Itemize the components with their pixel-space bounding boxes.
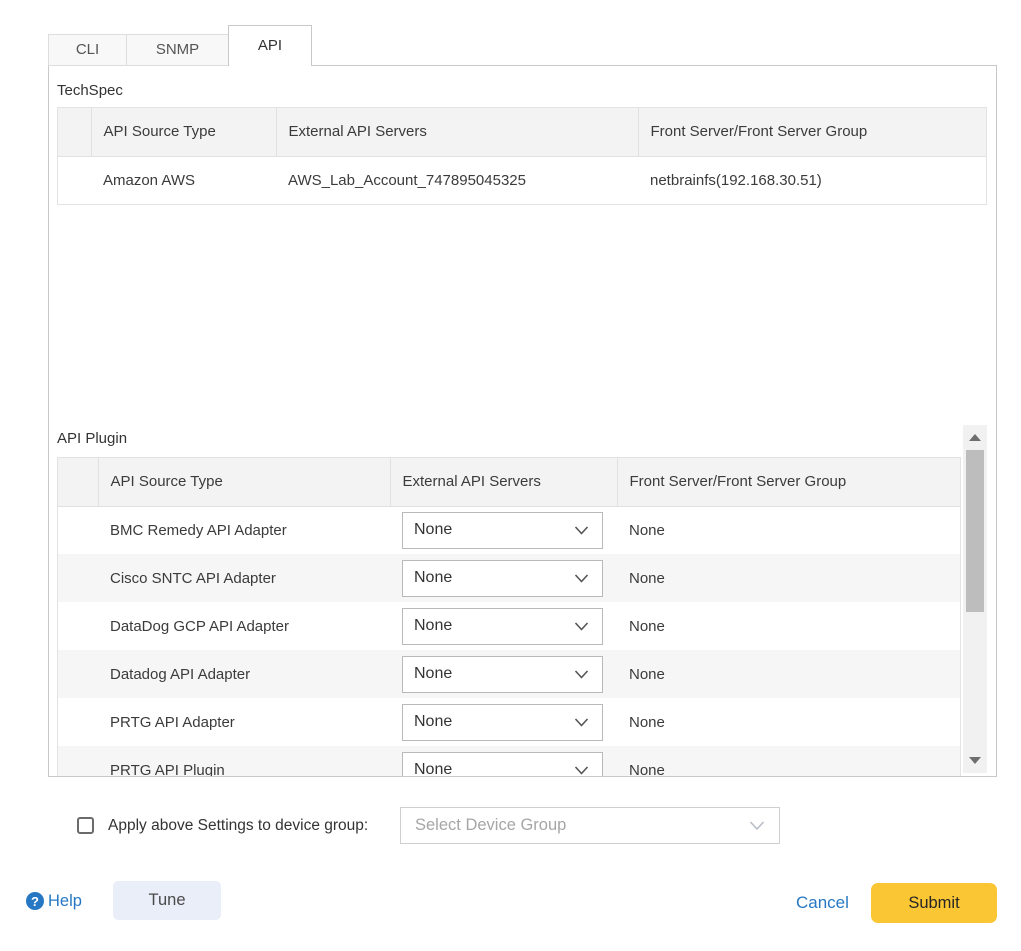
device-group-select[interactable]: Select Device Group: [400, 807, 780, 844]
plugin-header-row: API Source Type External API Servers Fro…: [58, 458, 960, 506]
external-servers-dropdown[interactable]: None: [402, 608, 603, 645]
external-servers-dropdown[interactable]: None: [402, 512, 603, 549]
tab-api[interactable]: API: [228, 25, 312, 66]
dropdown-value: None: [414, 569, 452, 587]
plugin-cell-source-type: BMC Remedy API Adapter: [98, 506, 390, 554]
techspec-table: API Source Type External API Servers Fro…: [57, 107, 987, 205]
plugin-header-front-server: Front Server/Front Server Group: [617, 458, 960, 506]
plugin-row-prtg-adapter: PRTG API Adapter None None: [58, 698, 960, 746]
device-group-placeholder: Select Device Group: [415, 816, 566, 835]
tab-cli[interactable]: CLI: [48, 34, 127, 66]
cancel-button[interactable]: Cancel: [796, 893, 849, 913]
plugin-cell-empty: [58, 746, 98, 777]
external-servers-dropdown[interactable]: None: [402, 752, 603, 778]
plugin-header-empty: [58, 458, 98, 506]
plugin-cell-external-servers: None: [390, 650, 617, 698]
tune-button[interactable]: Tune: [113, 881, 221, 920]
plugin-cell-front-server: None: [617, 698, 960, 746]
plugin-scrollbar[interactable]: [963, 425, 987, 773]
external-servers-dropdown[interactable]: None: [402, 656, 603, 693]
plugin-cell-front-server: None: [617, 746, 960, 777]
plugin-cell-external-servers: None: [390, 506, 617, 554]
chevron-down-icon: [574, 574, 589, 583]
dropdown-value: None: [414, 665, 452, 683]
chevron-down-icon: [749, 821, 765, 831]
plugin-cell-external-servers: None: [390, 746, 617, 777]
plugin-cell-source-type: PRTG API Plugin: [98, 746, 390, 777]
chevron-down-icon: [574, 718, 589, 727]
techspec-row-amazon-aws[interactable]: Amazon AWS AWS_Lab_Account_747895045325 …: [58, 156, 986, 204]
plugin-row-prtg-plugin: PRTG API Plugin None None: [58, 746, 960, 777]
chevron-down-icon: [574, 670, 589, 679]
dropdown-value: None: [414, 521, 452, 539]
scroll-up-arrow-icon[interactable]: [969, 434, 981, 441]
chevron-down-icon: [574, 622, 589, 631]
dropdown-value: None: [414, 761, 452, 777]
plugin-cell-source-type: DataDog GCP API Adapter: [98, 602, 390, 650]
plugin-cell-empty: [58, 506, 98, 554]
techspec-header-external-servers: External API Servers: [276, 108, 638, 156]
api-plugin-table: API Source Type External API Servers Fro…: [57, 457, 961, 777]
plugin-cell-front-server: None: [617, 554, 960, 602]
plugin-cell-external-servers: None: [390, 698, 617, 746]
scroll-down-arrow-icon[interactable]: [969, 757, 981, 764]
plugin-cell-empty: [58, 650, 98, 698]
api-plugin-section-label: API Plugin: [57, 430, 127, 447]
scrollbar-thumb[interactable]: [966, 450, 984, 612]
plugin-cell-empty: [58, 602, 98, 650]
techspec-cell-source-type: Amazon AWS: [91, 156, 276, 204]
plugin-row-bmc-remedy: BMC Remedy API Adapter None None: [58, 506, 960, 554]
apply-device-group-label: Apply above Settings to device group:: [108, 817, 368, 835]
plugin-header-external-servers: External API Servers: [390, 458, 617, 506]
dropdown-value: None: [414, 713, 452, 731]
techspec-section-label: TechSpec: [57, 82, 123, 99]
plugin-cell-empty: [58, 554, 98, 602]
chevron-down-icon: [574, 526, 589, 535]
plugin-cell-source-type: Cisco SNTC API Adapter: [98, 554, 390, 602]
plugin-cell-front-server: None: [617, 650, 960, 698]
external-servers-dropdown[interactable]: None: [402, 560, 603, 597]
techspec-cell-external-servers: AWS_Lab_Account_747895045325: [276, 156, 638, 204]
help-icon[interactable]: ?: [26, 892, 44, 910]
plugin-cell-empty: [58, 698, 98, 746]
techspec-cell-empty: [58, 156, 91, 204]
help-link[interactable]: Help: [48, 892, 82, 911]
plugin-header-source-type: API Source Type: [98, 458, 390, 506]
plugin-row-datadog-gcp: DataDog GCP API Adapter None None: [58, 602, 960, 650]
techspec-header-front-server: Front Server/Front Server Group: [638, 108, 986, 156]
plugin-cell-external-servers: None: [390, 554, 617, 602]
techspec-header-source-type: API Source Type: [91, 108, 276, 156]
submit-button[interactable]: Submit: [871, 883, 997, 923]
tab-snmp[interactable]: SNMP: [126, 34, 229, 66]
external-servers-dropdown[interactable]: None: [402, 704, 603, 741]
apply-device-group-checkbox[interactable]: [77, 817, 94, 834]
plugin-cell-front-server: None: [617, 602, 960, 650]
api-settings-panel: TechSpec API Source Type External API Se…: [48, 65, 997, 777]
tab-bar: CLI SNMP API: [48, 25, 312, 66]
plugin-row-cisco-sntc: Cisco SNTC API Adapter None None: [58, 554, 960, 602]
plugin-cell-external-servers: None: [390, 602, 617, 650]
plugin-cell-front-server: None: [617, 506, 960, 554]
dropdown-value: None: [414, 617, 452, 635]
chevron-down-icon: [574, 766, 589, 775]
plugin-cell-source-type: PRTG API Adapter: [98, 698, 390, 746]
techspec-header-empty: [58, 108, 91, 156]
techspec-header-row: API Source Type External API Servers Fro…: [58, 108, 986, 156]
plugin-cell-source-type: Datadog API Adapter: [98, 650, 390, 698]
plugin-row-datadog: Datadog API Adapter None None: [58, 650, 960, 698]
techspec-cell-front-server: netbrainfs(192.168.30.51): [638, 156, 986, 204]
